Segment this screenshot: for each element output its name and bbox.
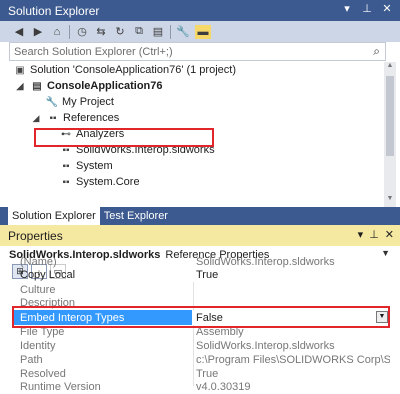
tree-item-system[interactable]: ▪▪ System (59, 158, 113, 174)
property-name: Runtime Version (20, 380, 101, 393)
pin-icon[interactable]: ⊥ (360, 2, 374, 15)
highlight-box-embed-interop (12, 306, 390, 328)
csharp-project-icon: ▤ (32, 80, 42, 92)
highlight-box-reference (34, 128, 214, 147)
property-row[interactable]: Path c:\Program Files\SOLIDWORKS Corp\SO… (12, 352, 390, 367)
toolbar-separator (69, 24, 70, 39)
tree-scrollbar[interactable]: ▲ ▼ (384, 62, 396, 207)
dropdown-arrow-icon[interactable]: ▾ (340, 2, 354, 15)
property-value: c:\Program Files\SOLIDWORKS Corp\SOLIDWO… (196, 353, 390, 366)
toolbar-separator (170, 24, 171, 39)
tree-item-my-project[interactable]: 🔧 My Project (45, 94, 114, 110)
property-name: Culture (20, 283, 56, 296)
scroll-down-icon[interactable]: ▼ (384, 195, 396, 207)
scrollbar-thumb[interactable] (386, 76, 394, 156)
refresh-icon[interactable]: ↻ (113, 25, 127, 39)
search-icon[interactable]: ⌕ (373, 44, 380, 59)
property-value: SolidWorks.Interop.sldworks (196, 255, 335, 268)
dropdown-arrow-icon[interactable]: ▾ (358, 228, 364, 241)
close-icon[interactable]: ✕ (385, 228, 394, 241)
sync-icon[interactable]: ⇆ (94, 25, 108, 39)
property-name: Identity (20, 339, 56, 352)
property-value: SolidWorks.Interop.sldworks (196, 339, 335, 352)
tree-item-project[interactable]: ◢ ▤ ConsoleApplication76 (13, 78, 163, 94)
reference-icon: ▪▪ (62, 160, 70, 172)
property-row[interactable]: Identity SolidWorks.Interop.sldworks (12, 338, 390, 353)
solution-explorer-toolbar: ◀ ▶ ⌂ ◷ ⇆ ↻ ⧉ ▤ 🔧 ▬ (0, 21, 400, 42)
solution-icon: ▣ (15, 64, 25, 76)
forward-icon[interactable]: ▶ (31, 25, 45, 39)
tree-item-label: System.Core (76, 176, 140, 188)
close-icon[interactable]: ✕ (380, 2, 394, 15)
home-icon[interactable]: ⌂ (50, 25, 64, 39)
pin-icon[interactable]: ⊥ (369, 228, 379, 241)
property-value: v4.0.30319 (196, 380, 251, 393)
tree-item-label: Solution 'ConsoleApplication76' (1 proje… (30, 64, 236, 76)
search-input[interactable]: Search Solution Explorer (Ctrl+;) ⌕ (9, 42, 386, 61)
preview-icon[interactable]: ▬ (195, 24, 211, 39)
tree-item-label: System (76, 160, 113, 172)
property-row[interactable]: Copy Local True (12, 267, 390, 282)
property-name: Path (20, 353, 43, 366)
expand-triangle-icon[interactable]: ◢ (29, 113, 43, 124)
tree-item-label: References (63, 112, 120, 124)
tab-test-explorer[interactable]: Test Explorer (100, 207, 172, 225)
history-icon[interactable]: ◷ (75, 25, 89, 39)
tree-item-references[interactable]: ◢ ▪▪ References (29, 110, 120, 126)
reference-icon: ▪▪ (62, 176, 70, 188)
search-placeholder: Search Solution Explorer (Ctrl+;) (14, 45, 173, 58)
property-value: True (196, 268, 219, 281)
tree-item-label: My Project (62, 96, 114, 108)
back-icon[interactable]: ◀ (12, 25, 26, 39)
solution-explorer-title: Solution Explorer (8, 3, 100, 18)
property-name: (Name) (20, 255, 57, 268)
tab-solution-explorer[interactable]: Solution Explorer (8, 207, 100, 225)
show-all-files-icon[interactable]: ▤ (151, 25, 165, 39)
solution-explorer-titlebar: Solution Explorer ▾ ⊥ ✕ (0, 0, 400, 21)
properties-title: Properties (8, 228, 63, 243)
property-row[interactable]: Runtime Version v4.0.30319 (12, 379, 390, 394)
expand-triangle-icon[interactable]: ◢ (13, 81, 27, 92)
properties-wrench-icon[interactable]: 🔧 (176, 25, 190, 39)
scroll-up-icon[interactable]: ▲ (384, 62, 396, 74)
tree-item-label: ConsoleApplication76 (47, 80, 163, 92)
properties-titlebar: Properties ▾ ⊥ ✕ (0, 225, 400, 246)
references-icon: ▪▪ (49, 112, 57, 124)
property-name: Resolved (20, 367, 66, 380)
wrench-icon: 🔧 (45, 96, 59, 108)
property-name: Copy Local (20, 268, 76, 281)
tree-item-solution[interactable]: ▣ Solution 'ConsoleApplication76' (1 pro… (13, 62, 236, 78)
collapse-all-icon[interactable]: ⧉ (132, 25, 146, 39)
property-value: True (196, 367, 219, 380)
explorer-tabs: Solution Explorer Test Explorer (0, 207, 400, 225)
tree-item-system-core[interactable]: ▪▪ System.Core (59, 174, 140, 190)
